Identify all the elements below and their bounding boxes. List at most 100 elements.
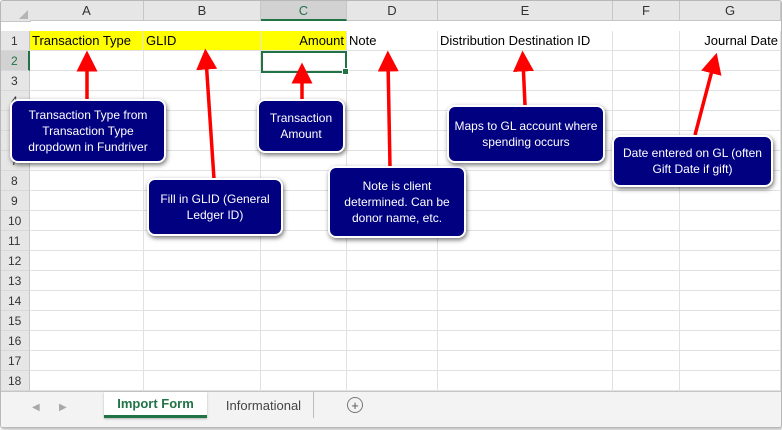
tab-informational[interactable]: Informational xyxy=(214,392,314,418)
grid-cell[interactable] xyxy=(613,211,680,231)
grid-cell[interactable] xyxy=(30,271,144,291)
grid-cell[interactable] xyxy=(30,71,144,91)
grid-cell[interactable] xyxy=(613,291,680,311)
cell-g1-journal-date[interactable]: Journal Date xyxy=(680,31,781,51)
cell-a1-transaction-type[interactable]: Transaction Type xyxy=(30,31,144,51)
grid-cell[interactable] xyxy=(438,331,613,351)
grid-cell[interactable] xyxy=(347,251,438,271)
grid-cell[interactable] xyxy=(30,51,144,71)
column-header-e[interactable]: E xyxy=(438,1,613,21)
grid-cell[interactable] xyxy=(261,291,347,311)
grid-cell[interactable] xyxy=(680,271,781,291)
grid-cell[interactable] xyxy=(613,71,680,91)
column-header-c[interactable]: C xyxy=(261,1,347,21)
grid-cell[interactable] xyxy=(613,111,680,131)
grid-cell[interactable] xyxy=(261,311,347,331)
grid-cell[interactable] xyxy=(347,111,438,131)
row-header-15[interactable]: 15 xyxy=(1,311,30,331)
row-header-3[interactable]: 3 xyxy=(1,71,30,91)
row-header-12[interactable]: 12 xyxy=(1,251,30,271)
grid-cell[interactable] xyxy=(347,271,438,291)
row-header-18[interactable]: 18 xyxy=(1,371,30,391)
grid-cell[interactable] xyxy=(261,271,347,291)
grid-cell[interactable] xyxy=(680,331,781,351)
grid-cell[interactable] xyxy=(347,71,438,91)
grid-cell[interactable] xyxy=(347,291,438,311)
cell-f1[interactable] xyxy=(613,31,680,51)
grid-cell[interactable] xyxy=(613,251,680,271)
grid-cell[interactable] xyxy=(144,51,261,71)
grid-cell[interactable] xyxy=(261,71,347,91)
grid-cell[interactable] xyxy=(30,211,144,231)
select-all-corner[interactable] xyxy=(1,1,31,22)
grid-cell[interactable] xyxy=(144,271,261,291)
grid-cell[interactable] xyxy=(680,371,781,391)
grid-cell[interactable] xyxy=(30,171,144,191)
grid-cell[interactable] xyxy=(144,311,261,331)
grid-cell[interactable] xyxy=(438,71,613,91)
grid-cell[interactable] xyxy=(261,251,347,271)
row-header-2[interactable]: 2 xyxy=(1,51,30,71)
cell-d1-note[interactable]: Note xyxy=(347,31,438,51)
grid-cell[interactable] xyxy=(613,91,680,111)
grid-cell[interactable] xyxy=(30,191,144,211)
grid-cell[interactable] xyxy=(680,191,781,211)
grid-cell[interactable] xyxy=(680,311,781,331)
grid-cell[interactable] xyxy=(144,371,261,391)
grid-cell[interactable] xyxy=(613,371,680,391)
grid-cell[interactable] xyxy=(438,371,613,391)
tab-import-form[interactable]: Import Form xyxy=(104,392,207,418)
grid-cell[interactable] xyxy=(144,291,261,311)
grid-cell[interactable] xyxy=(613,351,680,371)
grid-cell[interactable] xyxy=(613,311,680,331)
grid-cell[interactable] xyxy=(613,51,680,71)
row-header-9[interactable]: 9 xyxy=(1,191,30,211)
grid-cell[interactable] xyxy=(613,191,680,211)
grid-cell[interactable] xyxy=(613,231,680,251)
grid-cell[interactable] xyxy=(680,291,781,311)
grid-cell[interactable] xyxy=(347,91,438,111)
grid-cell[interactable] xyxy=(30,251,144,271)
cell-e1-distribution-destination-id[interactable]: Distribution Destination ID xyxy=(438,31,613,51)
row-header-16[interactable]: 16 xyxy=(1,331,30,351)
column-header-f[interactable]: F xyxy=(613,1,680,21)
grid-cell[interactable] xyxy=(680,91,781,111)
row-header-17[interactable]: 17 xyxy=(1,351,30,371)
row-header-8[interactable]: 8 xyxy=(1,171,30,191)
grid-cell[interactable] xyxy=(680,71,781,91)
grid-cell[interactable] xyxy=(613,331,680,351)
grid-cell[interactable] xyxy=(347,51,438,71)
grid-cell[interactable] xyxy=(30,371,144,391)
grid-cell[interactable] xyxy=(347,371,438,391)
grid-cell[interactable] xyxy=(30,311,144,331)
grid-cell[interactable] xyxy=(144,251,261,271)
grid-cell[interactable] xyxy=(144,331,261,351)
fill-handle[interactable] xyxy=(342,68,349,75)
row-header-1[interactable]: 1 xyxy=(1,31,30,51)
grid-cell[interactable] xyxy=(438,311,613,331)
grid-cell[interactable] xyxy=(438,291,613,311)
column-header-g[interactable]: G xyxy=(680,1,781,21)
row-header-11[interactable]: 11 xyxy=(1,231,30,251)
cell-c1-amount[interactable]: Amount xyxy=(261,31,347,51)
grid-cell[interactable] xyxy=(680,251,781,271)
row-header-14[interactable]: 14 xyxy=(1,291,30,311)
grid-cell[interactable] xyxy=(261,351,347,371)
grid-cell[interactable] xyxy=(438,351,613,371)
grid-cell[interactable] xyxy=(144,351,261,371)
grid-cell[interactable] xyxy=(438,251,613,271)
row-header-10[interactable]: 10 xyxy=(1,211,30,231)
column-header-b[interactable]: B xyxy=(144,1,261,21)
grid-cell[interactable] xyxy=(261,371,347,391)
grid-cell[interactable] xyxy=(680,211,781,231)
grid-cell[interactable] xyxy=(30,291,144,311)
row-header-13[interactable]: 13 xyxy=(1,271,30,291)
grid-cell[interactable] xyxy=(144,71,261,91)
column-header-d[interactable]: D xyxy=(347,1,438,21)
plus-circle-icon[interactable]: + xyxy=(347,397,363,413)
grid-cell[interactable] xyxy=(680,231,781,251)
grid-cell[interactable] xyxy=(30,231,144,251)
grid-cell[interactable] xyxy=(680,351,781,371)
active-cell-c2[interactable] xyxy=(261,51,349,75)
grid-cell[interactable] xyxy=(613,271,680,291)
